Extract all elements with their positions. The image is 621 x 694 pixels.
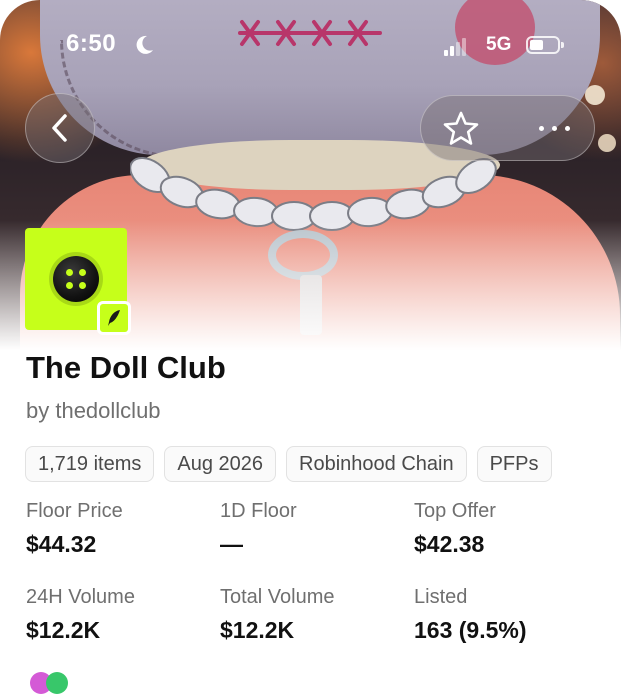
- stat-value: —: [220, 531, 243, 557]
- stat-label: 1D Floor: [220, 500, 297, 522]
- signal-icon: [444, 38, 468, 56]
- stat-value: 163 (9.5%): [414, 617, 527, 643]
- stat-value: $42.38: [414, 531, 485, 557]
- stat-top-offer: Top Offer $42.38: [414, 500, 604, 558]
- stat-24h-volume: 24H Volume $12.2K: [26, 586, 216, 644]
- stat-label: Top Offer: [414, 500, 496, 522]
- chevron-left-icon: [52, 114, 67, 142]
- stat-listed: Listed 163 (9.5%): [414, 586, 604, 644]
- dice-logo: [53, 256, 99, 302]
- tag-chain[interactable]: Robinhood Chain: [286, 446, 467, 482]
- creator-link[interactable]: by thedollclub: [26, 398, 161, 424]
- more-button[interactable]: [529, 108, 579, 148]
- stat-value: $12.2K: [26, 617, 101, 643]
- tag-category[interactable]: PFPs: [476, 446, 552, 482]
- action-pill: [420, 95, 595, 161]
- battery-icon: [526, 36, 564, 54]
- moon-icon: [136, 35, 153, 54]
- stat-total-volume: Total Volume $12.2K: [220, 586, 410, 644]
- tag-date[interactable]: Aug 2026: [164, 446, 277, 482]
- stat-label: Listed: [414, 586, 468, 608]
- stat-floor-price: Floor Price $44.32: [26, 500, 216, 558]
- back-button[interactable]: [25, 93, 95, 163]
- collection-title: The Doll Club: [26, 350, 226, 385]
- stat-label: Total Volume: [220, 586, 335, 608]
- status-time: 6:50: [66, 30, 117, 57]
- tag-item-count[interactable]: 1,719 items: [25, 446, 155, 482]
- star-icon: [443, 111, 479, 145]
- stat-value: $12.2K: [220, 617, 295, 643]
- stat-label: 24H Volume: [26, 586, 135, 608]
- stat-1d-floor: 1D Floor —: [220, 500, 410, 558]
- stat-label: Floor Price: [26, 500, 123, 522]
- tag-row: 1,719 items Aug 2026 Robinhood Chain PFPs: [25, 446, 621, 484]
- quill-badge-icon: [97, 301, 131, 335]
- favorite-button[interactable]: [441, 108, 481, 148]
- holder-avatars: [30, 672, 80, 694]
- stat-value: $44.32: [26, 531, 97, 557]
- banner-light: [598, 134, 616, 152]
- banner-stitched-mouth: [238, 20, 382, 46]
- network-type: 5G: [486, 34, 512, 55]
- banner-light: [585, 85, 605, 105]
- more-dots-icon: [538, 125, 544, 131]
